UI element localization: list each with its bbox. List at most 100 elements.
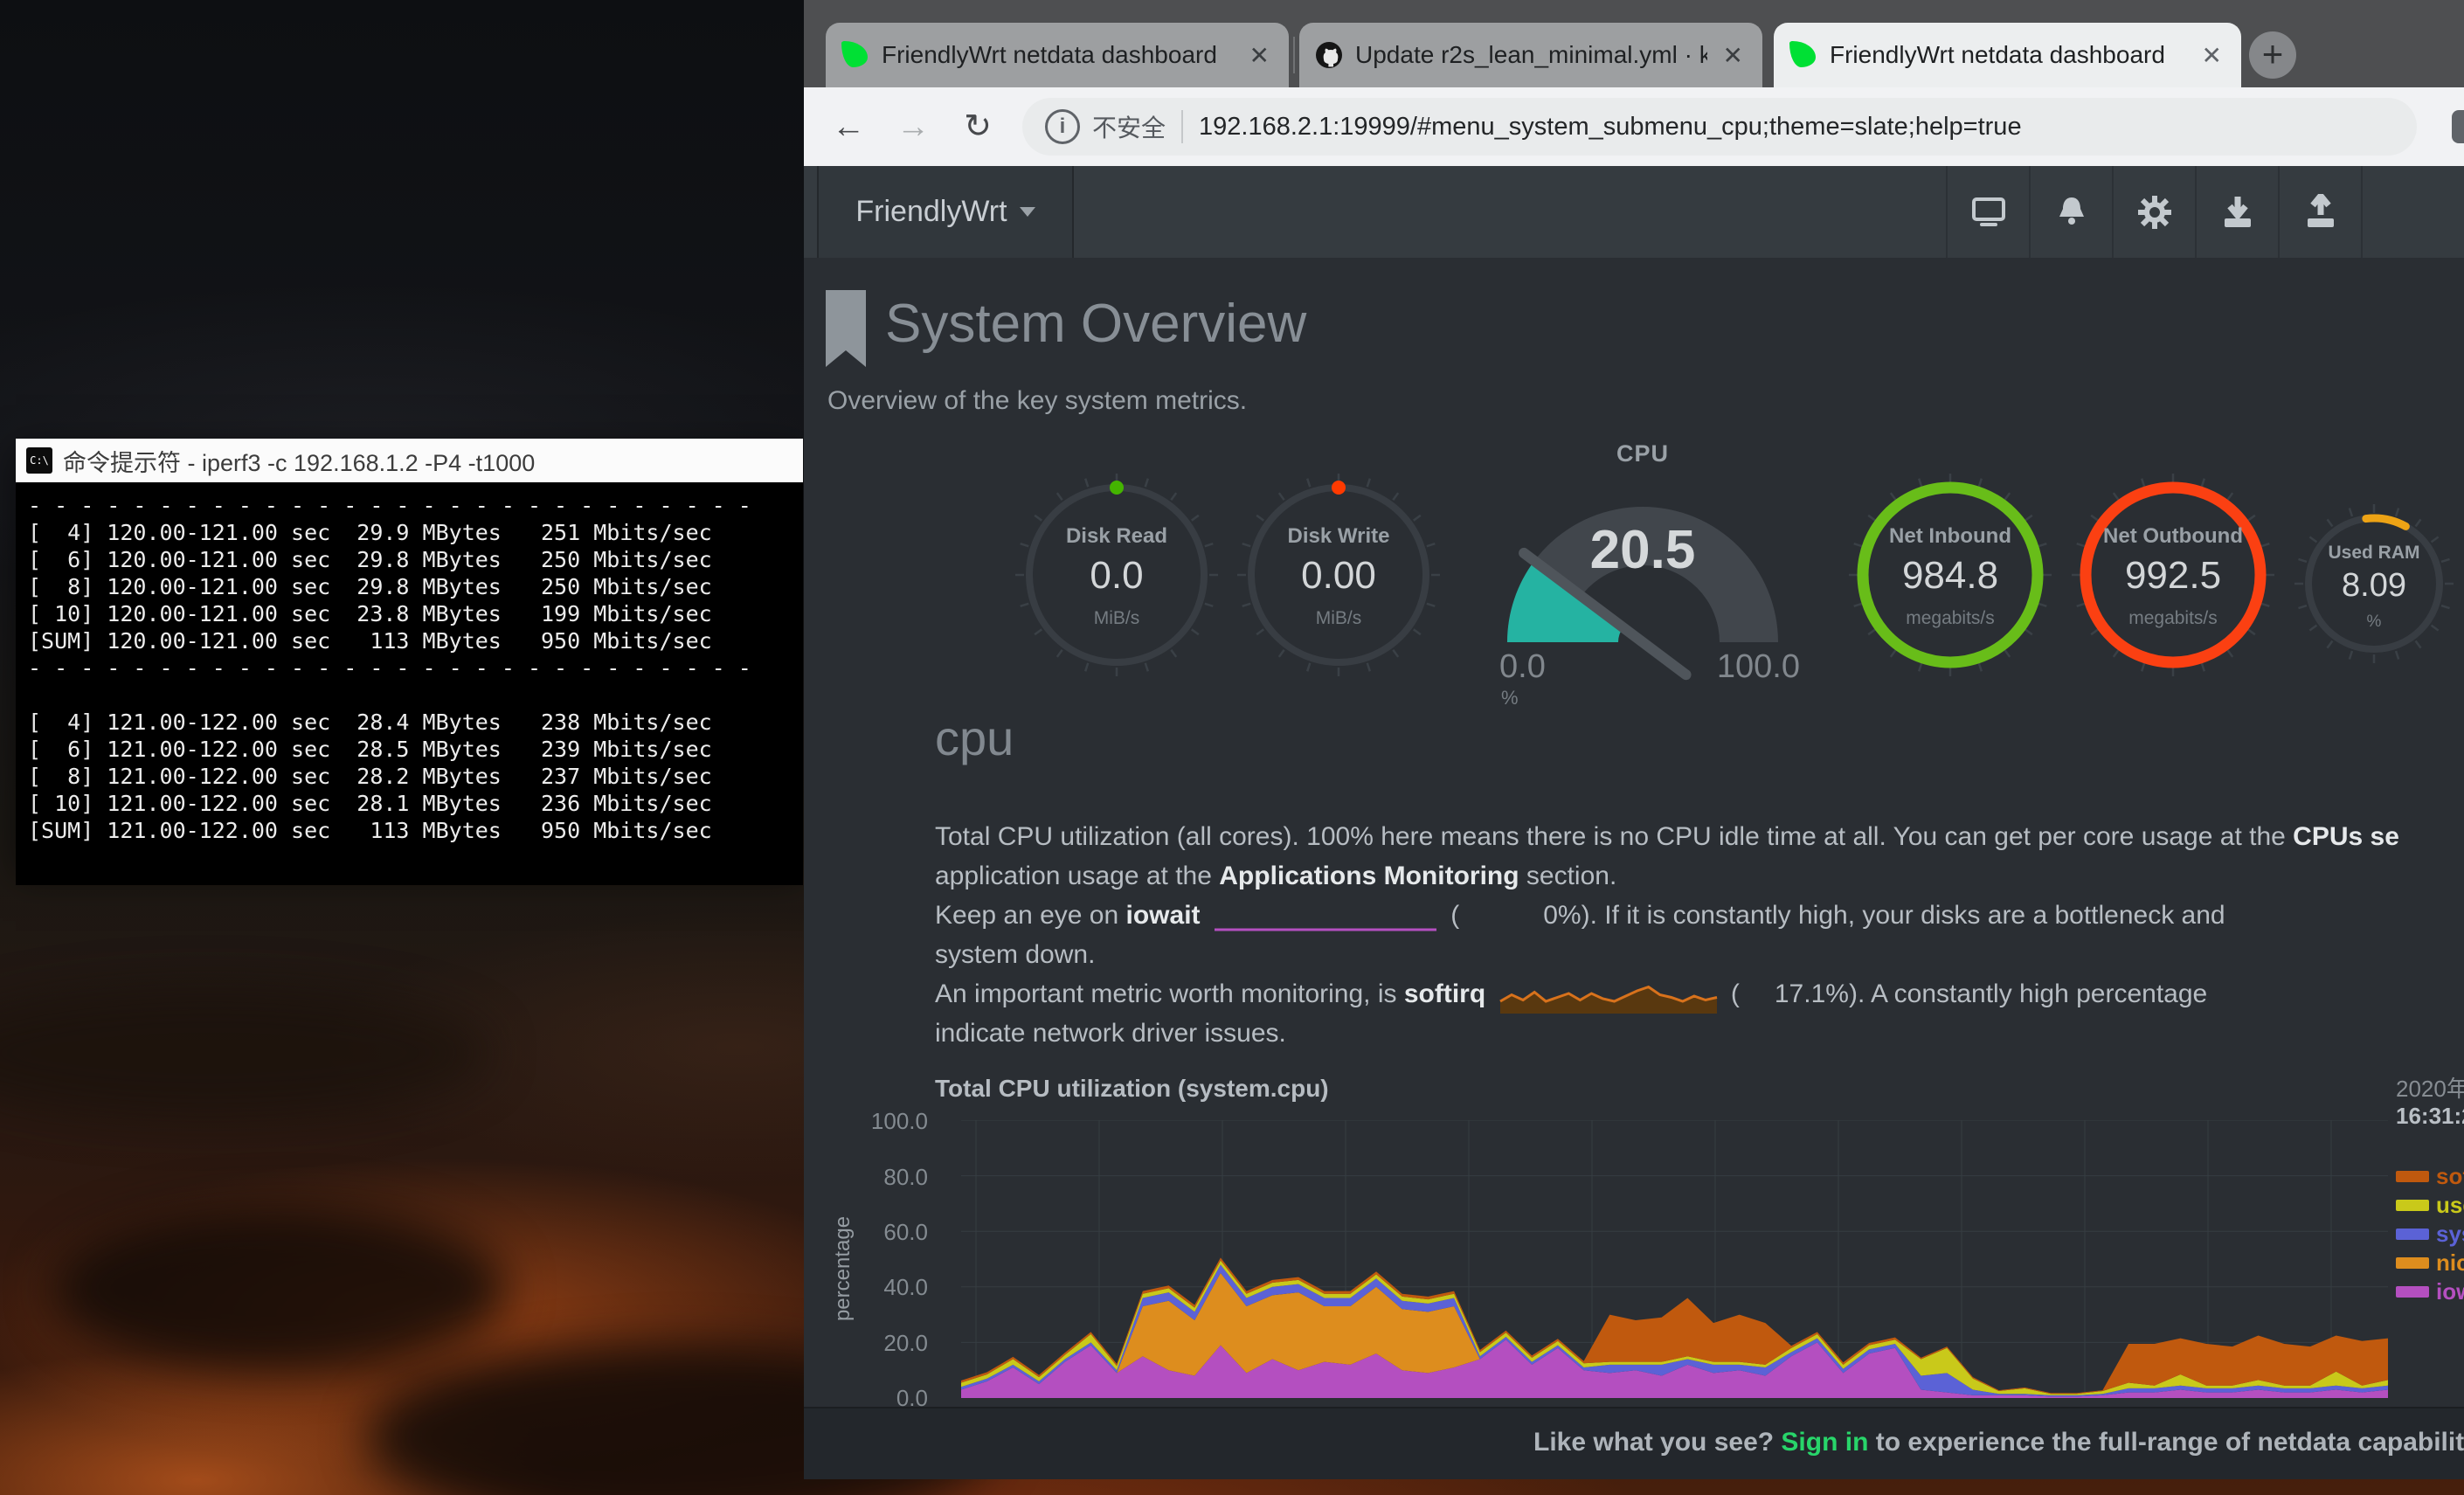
text: Total CPU utilization (all cores). 100% … (935, 822, 2293, 851)
back-button[interactable]: ← (825, 103, 872, 150)
iowait-label: iowait (1126, 901, 1201, 930)
host-name: FriendlyWrt (855, 195, 1007, 229)
gauge-unit: megabits/s (2068, 608, 2278, 629)
terminal-output[interactable]: - - - - - - - - - - - - - - - - - - - - … (16, 482, 803, 885)
netdata-favicon (1789, 41, 1817, 69)
chart-legend[interactable]: softirqusersystemniceiowait (2396, 1162, 2464, 1306)
alarms-button[interactable] (2029, 166, 2112, 258)
gauge-label: Net Outbound (2068, 524, 2278, 549)
gauge-value: 20.5 (1485, 519, 1800, 581)
netdata-page: FriendlyWrt (804, 166, 2464, 1479)
chevron-down-icon (1020, 207, 1035, 217)
y-tick-label: 40.0 (855, 1274, 928, 1301)
text: to experience the full-range of netdata … (1868, 1428, 2464, 1457)
y-tick-label: 20.0 (855, 1330, 928, 1357)
tab-title: Update r2s_lean_minimal.yml · k (1355, 41, 1707, 69)
cpu-utilization-chart[interactable] (961, 1120, 2388, 1398)
terminal-text: - - - - - - - - - - - - - - - - - - - - … (28, 492, 791, 844)
gauge-unit: MiB/s (1012, 608, 1222, 629)
url-text[interactable]: 192.168.2.1:19999/#menu_system_submenu_c… (1199, 113, 2022, 142)
gauge-label: Disk Write (1234, 524, 1443, 549)
y-axis-label: percentage (831, 1181, 854, 1356)
text: ). A constantly high percentage (1849, 979, 2207, 1008)
gauge-label: CPU (1485, 440, 1800, 467)
tab-strip: FriendlyWrt netdata dashboard ✕ Update r… (804, 0, 2464, 87)
desktop: C:\ 命令提示符 - iperf3 -c 192.168.1.2 -P4 -t… (0, 0, 2464, 1495)
legend-label: nice (2436, 1249, 2464, 1277)
section-heading-cpu: cpu (935, 709, 1014, 766)
y-tick-label: 80.0 (855, 1164, 928, 1191)
netdata-favicon (841, 41, 869, 69)
import-button[interactable] (2195, 166, 2278, 258)
legend-swatch (2396, 1200, 2429, 1211)
legend-swatch (2396, 1229, 2429, 1240)
legend-item-softirq[interactable]: softirq (2396, 1162, 2464, 1191)
tab-netdata-1[interactable]: FriendlyWrt netdata dashboard ✕ (826, 23, 1289, 87)
legend-label: iowait (2436, 1278, 2464, 1305)
wallpaper-cloud (0, 987, 489, 1118)
cpu-description-line2: application usage at the Applications Mo… (935, 856, 2464, 896)
address-bar[interactable]: i 不安全 192.168.2.1:19999/#menu_system_sub… (1022, 98, 2417, 156)
export-button[interactable] (2278, 166, 2361, 258)
used-ram-gauge[interactable]: Used RAM 8.09 % (2291, 501, 2457, 667)
iowait-value: 0% (1543, 901, 1581, 930)
wallpaper-cloud (52, 1206, 507, 1372)
tab-close-icon[interactable]: ✕ (1246, 41, 1273, 70)
softirq-sparkline (1498, 976, 1719, 1014)
help-button[interactable] (2361, 166, 2464, 258)
chart-title: Total CPU utilization (system.cpu) (935, 1075, 1329, 1103)
toolbar-extension-icon[interactable] (2452, 110, 2464, 143)
softirq-value: 17.1% (1775, 979, 1849, 1008)
tab-title: FriendlyWrt netdata dashboard (882, 41, 1234, 69)
gauge-value: 0.00 (1234, 554, 1443, 598)
legend-item-system[interactable]: system (2396, 1220, 2464, 1249)
gauge-value: 8.09 (2291, 567, 2457, 605)
tab-netdata-2-active[interactable]: FriendlyWrt netdata dashboard ✕ (1774, 23, 2241, 87)
forward-button[interactable]: → (889, 103, 937, 150)
gauge-unit: % (2291, 613, 2457, 632)
text: Keep an eye on (935, 901, 1126, 930)
cmd-icon: C:\ (26, 447, 52, 474)
tab-github[interactable]: Update r2s_lean_minimal.yml · k ✕ (1299, 23, 1762, 87)
gear-icon (2136, 194, 2173, 231)
terminal-title: 命令提示符 - iperf3 -c 192.168.1.2 -P4 -t1000 (63, 444, 535, 478)
nodes-view-button[interactable] (1946, 166, 2029, 258)
settings-button[interactable] (2112, 166, 2195, 258)
chart-date: 2020年3 (2396, 1071, 2464, 1104)
legend-item-user[interactable]: user (2396, 1191, 2464, 1220)
security-label[interactable]: 不安全 (1092, 109, 1166, 144)
text: application usage at the (935, 862, 1219, 890)
legend-item-iowait[interactable]: iowait (2396, 1277, 2464, 1306)
text: ( (1450, 901, 1459, 930)
terminal-titlebar[interactable]: C:\ 命令提示符 - iperf3 -c 192.168.1.2 -P4 -t… (16, 439, 803, 482)
terminal-window[interactable]: C:\ 命令提示符 - iperf3 -c 192.168.1.2 -P4 -t… (16, 439, 803, 866)
gauge-label: Disk Read (1012, 524, 1222, 549)
gauge-label: Net Inbound (1845, 524, 2055, 549)
page-title: System Overview (885, 287, 1306, 362)
tab-title: FriendlyWrt netdata dashboard (1830, 41, 2186, 69)
softirq-label: softirq (1404, 979, 1485, 1008)
disk-read-gauge[interactable]: Disk Read 0.0 MiB/s (1012, 470, 1222, 680)
signin-banner: Like what you see? Sign in to experience… (804, 1407, 2464, 1479)
cpu-gauge[interactable]: CPU 20.5 0.0 100.0 % (1485, 428, 1800, 699)
tab-close-icon[interactable]: ✕ (1720, 41, 1747, 70)
reload-button[interactable]: ↻ (954, 103, 1001, 150)
browser-window: FriendlyWrt netdata dashboard ✕ Update r… (804, 0, 2464, 1479)
text: ). If it is constantly high, your disks … (1582, 901, 2225, 930)
info-icon[interactable]: i (1045, 109, 1080, 144)
disk-write-gauge[interactable]: Disk Write 0.00 MiB/s (1234, 470, 1443, 680)
y-tick-label: 100.0 (855, 1108, 928, 1135)
applications-monitoring-link[interactable]: Applications Monitoring (1219, 862, 1519, 890)
new-tab-button[interactable]: + (2249, 31, 2296, 79)
cpu-description-line1: Total CPU utilization (all cores). 100% … (935, 817, 2464, 856)
cpus-link[interactable]: CPUs se (2293, 822, 2399, 851)
gauge-max: 100.0 (1717, 648, 1800, 686)
browser-toolbar: ← → ↻ i 不安全 192.168.2.1:19999/#menu_syst… (804, 87, 2464, 166)
net-inbound-gauge[interactable]: Net Inbound 984.8 megabits/s (1845, 470, 2055, 680)
legend-item-nice[interactable]: nice (2396, 1249, 2464, 1277)
tab-close-icon[interactable]: ✕ (2198, 41, 2225, 70)
gauge-value: 984.8 (1845, 554, 2055, 598)
host-dropdown[interactable]: FriendlyWrt (817, 166, 1074, 258)
net-outbound-gauge[interactable]: Net Outbound 992.5 megabits/s (2068, 470, 2278, 680)
sign-in-link[interactable]: Sign in (1781, 1428, 1868, 1457)
